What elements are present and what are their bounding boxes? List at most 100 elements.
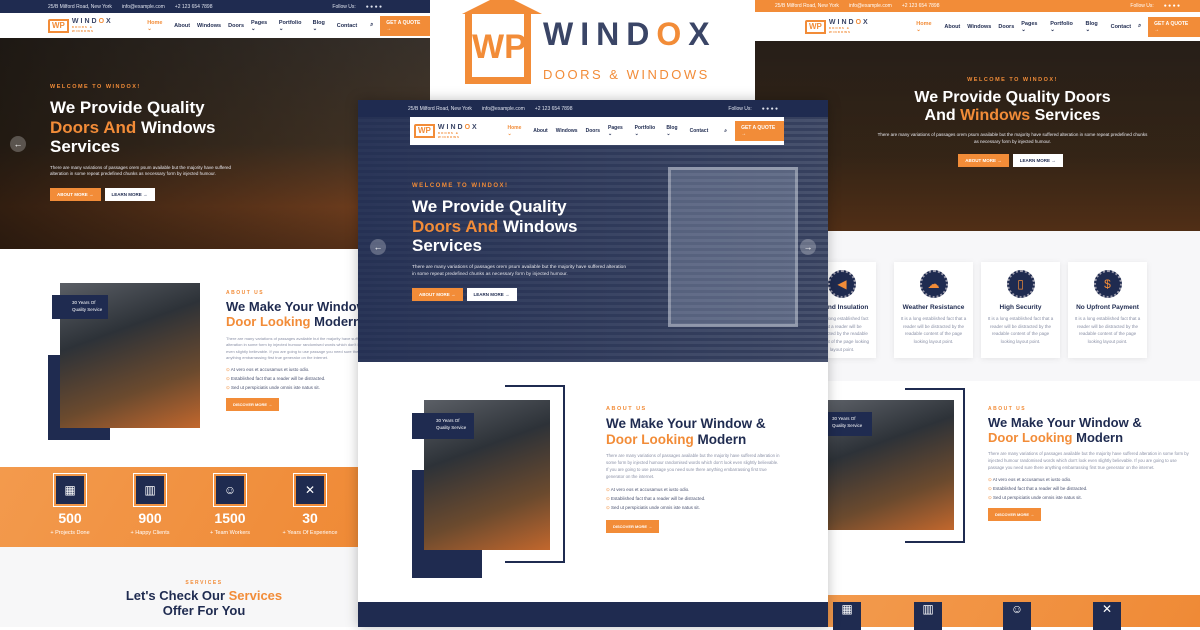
container: ⊙ bbox=[988, 485, 992, 491]
hero-title-c: Services bbox=[412, 236, 482, 256]
nav-blog[interactable]: Blog ⌄ bbox=[1086, 21, 1104, 33]
container: WINDOX bbox=[72, 18, 113, 25]
container: Door Looking Modern bbox=[988, 429, 1193, 446]
topbar-phone: +2 123 654 7898 bbox=[534, 105, 573, 112]
right-stats-band: ▦ ▥ ☺ ✕ bbox=[828, 595, 1200, 630]
phone[interactable]: +2 123 654 7898 bbox=[175, 4, 213, 10]
hero-welcome: WELCOME TO WINDOX! bbox=[967, 77, 1058, 83]
center-topbar: 25/B Milford Road, New York info@example.… bbox=[358, 100, 828, 117]
topbar-phone: +2 123 654 7898 bbox=[901, 3, 940, 9]
container: Door Looking Modern bbox=[226, 313, 358, 330]
about-title-b: Modern bbox=[310, 313, 358, 329]
email[interactable]: info@example.com bbox=[122, 4, 165, 10]
logo-text: WIND bbox=[71, 18, 99, 25]
logo-tagline: DOORS & WINDOWS bbox=[71, 25, 95, 33]
worker-icon: ☺ bbox=[213, 473, 247, 507]
brand-name-a: WIND bbox=[828, 19, 856, 26]
search-icon[interactable]: ⌕ bbox=[724, 128, 727, 134]
hero-title-b: Windows bbox=[498, 216, 578, 236]
search-icon[interactable]: ⌕ bbox=[1138, 23, 1141, 30]
about-title-b: Modern bbox=[1072, 429, 1124, 445]
stats-1-l: + Happy Clients bbox=[130, 530, 170, 536]
logo-x: X bbox=[106, 18, 113, 25]
learn-more-button[interactable]: LEARN MORE → bbox=[1012, 154, 1063, 168]
brand-name: WINDOX bbox=[543, 16, 717, 53]
get-quote-button[interactable]: GET A QUOTE → bbox=[1148, 16, 1200, 37]
container: ● ● ● ● bbox=[761, 105, 778, 112]
brand-tagline: DOORS & WINDOWS bbox=[437, 130, 461, 139]
about-more-button[interactable]: ABOUT MORE → bbox=[958, 154, 1009, 168]
features-2-title: High Security bbox=[999, 304, 1042, 311]
nav-portfolio[interactable]: Portfolio ⌄ bbox=[279, 20, 306, 32]
discover-more-button[interactable]: DISCOVER MORE → bbox=[988, 507, 1042, 521]
brand-name-o: O bbox=[855, 19, 864, 26]
about-tag: ABOUT US bbox=[988, 406, 1027, 412]
nav-blog[interactable]: Blog ⌄ bbox=[313, 20, 330, 32]
about-tag: ABOUT US bbox=[606, 406, 647, 412]
nav-pages[interactable]: Pages ⌄ bbox=[251, 20, 272, 32]
nav-pages[interactable]: Pages ⌄ bbox=[1021, 21, 1043, 33]
brand-name-x: X bbox=[863, 19, 870, 26]
container: WINDOX DOORS & WINDOWS bbox=[72, 18, 113, 33]
nav-about[interactable]: About bbox=[533, 128, 547, 134]
brand-name-o: O bbox=[464, 123, 473, 131]
nav-home[interactable]: Home ⌄ bbox=[916, 21, 937, 33]
get-quote-button[interactable]: GET A QUOTE → bbox=[735, 121, 784, 141]
right-nav: WP WINDOX DOORS & WINDOWS Home ⌄ About Windo… bbox=[755, 12, 1200, 41]
nav-home[interactable]: Home ⌄ bbox=[507, 125, 525, 137]
building-icon: ▥ bbox=[914, 602, 942, 630]
container: Door Looking Modern bbox=[606, 432, 781, 448]
about-more-button[interactable]: ABOUT MORE → bbox=[412, 288, 463, 302]
about-checks-2: Sed ut perspiciatis unde omnis iste natu… bbox=[231, 385, 320, 391]
nav-contact[interactable]: Contact bbox=[337, 23, 357, 29]
nav-windows[interactable]: Windows bbox=[556, 128, 578, 134]
search-icon[interactable]: ⌕ bbox=[370, 22, 373, 29]
nav-doors[interactable]: Doors bbox=[998, 24, 1014, 30]
learn-more-button[interactable]: LEARN MORE → bbox=[466, 288, 517, 302]
stat-projects: ▦ 500 + Projects Done bbox=[30, 473, 110, 536]
nav-doors[interactable]: Doors bbox=[228, 23, 244, 29]
discover-more-button[interactable]: DISCOVER MORE → bbox=[606, 519, 660, 533]
nav-portfolio[interactable]: Portfolio ⌄ bbox=[1050, 21, 1078, 33]
about-more-button[interactable]: ABOUT MORE → bbox=[50, 188, 101, 202]
topbar-email: info@example.com bbox=[481, 105, 525, 112]
nav-windows[interactable]: Windows bbox=[197, 23, 221, 29]
nav-windows[interactable]: Windows bbox=[967, 24, 991, 30]
topbar-address: 25/B Milford Road, New York bbox=[408, 105, 472, 112]
nav-contact[interactable]: Contact bbox=[690, 128, 709, 134]
social-icons[interactable]: ● ● ● ● bbox=[366, 4, 382, 10]
container: Doors And Windows bbox=[412, 217, 652, 237]
hero-title-a: We Provide Quality bbox=[50, 98, 205, 117]
hero-desc: There are many variations of passages or… bbox=[50, 164, 232, 177]
about-checks-0: At vero eos et accusamus et iusto odio. bbox=[610, 486, 690, 492]
nav-contact[interactable]: Contact bbox=[1111, 24, 1131, 30]
about-title-a: We Make Your Window & bbox=[988, 415, 1142, 430]
hero-right-title-b-or: Windows bbox=[960, 107, 1031, 125]
get-quote-button[interactable]: GET A QUOTE → bbox=[380, 15, 430, 36]
nav-home[interactable]: Home ⌄ bbox=[147, 20, 167, 32]
container: ⊙ Sed ut perspiciatis unde omnis iste na… bbox=[226, 383, 358, 392]
discover-more-button[interactable]: DISCOVER MORE → bbox=[226, 398, 280, 412]
container: ⊙ bbox=[226, 367, 230, 373]
nav-about[interactable]: About bbox=[944, 24, 960, 30]
learn-more-button[interactable]: LEARN MORE → bbox=[104, 188, 155, 202]
logo[interactable]: WP WINDOX DOORS & WINDOWS bbox=[414, 124, 479, 139]
logo[interactable]: WP WINDOX DOORS & WINDOWS bbox=[48, 18, 113, 33]
prev-arrow[interactable]: ← bbox=[370, 239, 386, 255]
logo: WP WINDOX DOORS & WINDOWS bbox=[805, 19, 873, 34]
about-title-b-or: Door Looking bbox=[988, 429, 1073, 445]
about-desc: There are many variations of passages av… bbox=[226, 335, 358, 361]
container: ⊙ At vero eos et accusamus et iusto odio… bbox=[988, 475, 1193, 484]
nav-blog[interactable]: Blog ⌄ bbox=[666, 125, 681, 137]
prev-arrow[interactable]: ← bbox=[10, 136, 26, 152]
nav-pages[interactable]: Pages ⌄ bbox=[608, 125, 627, 137]
services-title-a: Let's Check Our bbox=[125, 588, 229, 603]
nav-portfolio[interactable]: Portfolio ⌄ bbox=[635, 125, 659, 137]
next-arrow[interactable]: → bbox=[800, 239, 816, 255]
money-icon: $ bbox=[1093, 270, 1122, 298]
nav-doors[interactable]: Doors bbox=[586, 128, 600, 134]
hero-title-b: Windows bbox=[136, 117, 216, 137]
nav-about[interactable]: About bbox=[174, 23, 190, 29]
container: ⊙ bbox=[606, 495, 610, 501]
features-3-title: No Upfront Payment bbox=[1076, 304, 1139, 311]
